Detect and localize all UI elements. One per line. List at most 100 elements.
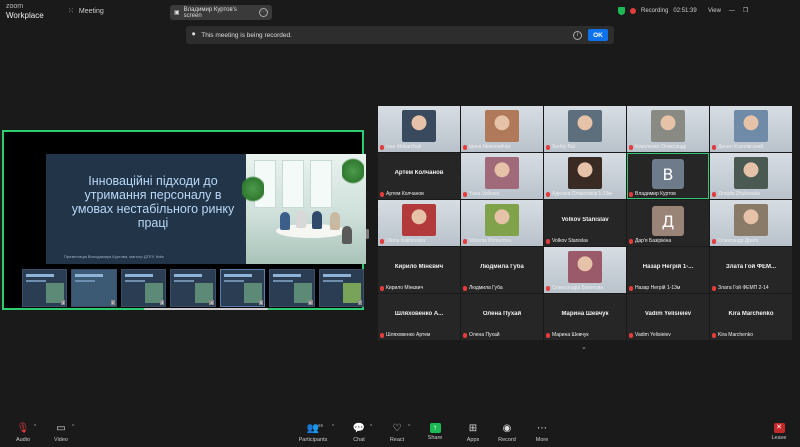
- brand-bottom: Workplace: [6, 11, 44, 20]
- participant-tile[interactable]: Serhiy Bal: [544, 106, 626, 152]
- participant-name-label: Артем Колчанов: [380, 191, 424, 197]
- minimize-icon[interactable]: —: [729, 8, 735, 14]
- office-meeting-photo: [242, 154, 366, 264]
- participant-name: Olena Kakhovska: [386, 238, 426, 244]
- participant-name-label: Кирило Мінєвич: [380, 285, 423, 291]
- participant-tile[interactable]: Yana Volkova: [461, 153, 543, 199]
- chevron-down-icon[interactable]: ⌄: [581, 343, 587, 351]
- more-button[interactable]: ⋯ More: [525, 423, 559, 443]
- apps-button[interactable]: ⊞ Apps: [456, 423, 490, 443]
- audio-label: Audio: [15, 437, 31, 443]
- participant-tile[interactable]: Olena Kakhovska: [378, 200, 460, 246]
- react-options-caret[interactable]: ^: [408, 424, 410, 430]
- microphone-muted-icon: [463, 332, 467, 338]
- banner-ok-button[interactable]: OK: [588, 29, 608, 41]
- microphone-muted-icon: [712, 332, 716, 338]
- participant-name: Ivan Makarchuk: [386, 144, 422, 150]
- slide-thumbnail[interactable]: 4: [170, 269, 216, 307]
- microphone-muted-icon: [712, 191, 716, 197]
- participant-name-label: Марина Шевчук: [546, 332, 589, 338]
- participant-tile[interactable]: Ivan Makarchuk: [378, 106, 460, 152]
- slide-thumbnail[interactable]: 7: [318, 269, 364, 307]
- slide-thumbnail[interactable]: 5: [219, 269, 266, 307]
- share-options-icon[interactable]: ⋯: [259, 8, 268, 17]
- participants-label: Participants: [298, 437, 328, 443]
- meeting-menu[interactable]: ⁙ Meeting: [68, 7, 104, 16]
- screen-share-pill[interactable]: ▣ Владимир Куртов's screen ⋯: [170, 5, 272, 20]
- participant-name: Олександра Баганова: [552, 285, 604, 291]
- participant-tile[interactable]: В Владимир Куртов: [627, 153, 709, 199]
- chat-options-caret[interactable]: ^: [370, 424, 372, 430]
- record-label: Record: [498, 437, 516, 443]
- participant-name-label: Шляховенко Артем: [380, 332, 430, 338]
- participant-name-label: Olena Kakhovska: [380, 238, 425, 244]
- participants-options-caret[interactable]: ^: [332, 424, 334, 430]
- video-options-caret[interactable]: ^: [72, 424, 74, 430]
- view-button[interactable]: View: [708, 8, 721, 14]
- microphone-muted-icon: [629, 191, 633, 197]
- participant-tile[interactable]: Назар Негрій 1-... Назар Негрій 1-13м: [627, 247, 709, 293]
- participant-name: Viktoriia Khmurova: [469, 238, 511, 244]
- participant-name: Коваленко Олександр: [635, 144, 687, 150]
- microphone-muted-icon: [380, 238, 384, 244]
- participant-tile[interactable]: Марина Шевчук Марина Шевчук: [544, 294, 626, 340]
- heart-icon: ♡: [392, 423, 402, 434]
- participant-name-label: Kira Marchenko: [712, 332, 753, 338]
- record-dot-icon: [630, 8, 636, 14]
- participant-name-label: Злата Гой ФЕМП 2-14: [712, 285, 769, 291]
- participant-display-name: Кирило Мінєвич: [394, 264, 444, 270]
- participant-name-label: Людмила Губа: [463, 285, 503, 291]
- slide-thumbnail[interactable]: 6: [269, 269, 315, 307]
- participant-tile[interactable]: Ірина Миколайчук: [461, 106, 543, 152]
- participant-tile[interactable]: Д Дар'я Базірікіна: [627, 200, 709, 246]
- microphone-muted-icon: [546, 238, 550, 244]
- participant-display-name: Kira Marchenko: [728, 311, 774, 317]
- participant-tile[interactable]: Кирило Мінєвич Кирило Мінєвич: [378, 247, 460, 293]
- participant-tile[interactable]: Аделіна Плакотнюк 1-13м: [544, 153, 626, 199]
- participants-button[interactable]: 👥 Participants: [296, 423, 330, 443]
- participant-name: Аделіна Плакотнюк 1-13м: [552, 191, 612, 197]
- participant-tile[interactable]: Шляховенко А... Шляховенко Артем: [378, 294, 460, 340]
- participant-display-name: Шляховенко А...: [394, 311, 444, 317]
- participant-tile[interactable]: Олена Пухай Олена Пухай: [461, 294, 543, 340]
- share-button[interactable]: ↑ Share: [418, 423, 452, 441]
- microphone-muted-icon: [463, 238, 467, 244]
- banner-message: This meeting is being recorded.: [201, 31, 292, 39]
- participant-name-label: Volkov Stanislav: [546, 238, 588, 244]
- presentation-slide: Інноваційні підходи до утримання персона…: [46, 154, 366, 264]
- participant-name-label: Дар'я Базірікіна: [629, 238, 671, 244]
- participant-tile[interactable]: Zinaida Zhukovska: [710, 153, 792, 199]
- window-controls: View — ❐: [708, 7, 748, 15]
- split-resize-handle[interactable]: [366, 229, 369, 239]
- participant-tile[interactable]: Volkov Stanislav Volkov Stanislav: [544, 200, 626, 246]
- slide-thumbnail[interactable]: 3: [120, 269, 167, 307]
- thumbnail-scrollbar[interactable]: [144, 308, 268, 310]
- slide-thumbnail[interactable]: 2: [71, 269, 117, 307]
- shared-screen[interactable]: Інноваційні підходи до утримання персона…: [2, 130, 366, 310]
- participant-tile[interactable]: Олександр Дрига: [710, 200, 792, 246]
- participant-tile[interactable]: Kira Marchenko Kira Marchenko: [710, 294, 792, 340]
- info-icon[interactable]: i: [573, 30, 582, 40]
- record-button[interactable]: ◉ Record: [490, 423, 524, 443]
- encryption-shield-icon: [618, 7, 625, 15]
- participant-name: Данил Козловський: [718, 144, 764, 150]
- microphone-muted-icon: [712, 144, 716, 150]
- participant-tile[interactable]: Олександра Баганова: [544, 247, 626, 293]
- slide-thumbnail[interactable]: 1: [22, 269, 68, 307]
- microphone-muted-icon: [463, 191, 467, 197]
- leave-button[interactable]: ✕ Leave: [762, 423, 796, 441]
- restore-icon[interactable]: ❐: [743, 7, 748, 14]
- participant-name-label: Аделіна Плакотнюк 1-13м: [546, 191, 612, 197]
- participant-name: Kira Marchenko: [718, 332, 754, 338]
- microphone-muted-icon: [380, 144, 384, 150]
- participant-tile[interactable]: Viktoriia Khmurova: [461, 200, 543, 246]
- participant-tile[interactable]: Артем Колчанов Артем Колчанов: [378, 153, 460, 199]
- participant-name: Кирило Мінєвич: [386, 285, 424, 291]
- participant-tile[interactable]: Данил Козловський: [710, 106, 792, 152]
- participant-tile[interactable]: Vadim Yelisieiev Vadim Yelisieiev: [627, 294, 709, 340]
- participant-tile[interactable]: Людмила Губа Людмила Губа: [461, 247, 543, 293]
- audio-options-caret[interactable]: ^: [34, 424, 36, 430]
- participant-tile[interactable]: Злата Гой ФЕМ... Злата Гой ФЕМП 2-14: [710, 247, 792, 293]
- participant-name-label: Назар Негрій 1-13м: [629, 285, 680, 291]
- participant-tile[interactable]: Коваленко Олександр: [627, 106, 709, 152]
